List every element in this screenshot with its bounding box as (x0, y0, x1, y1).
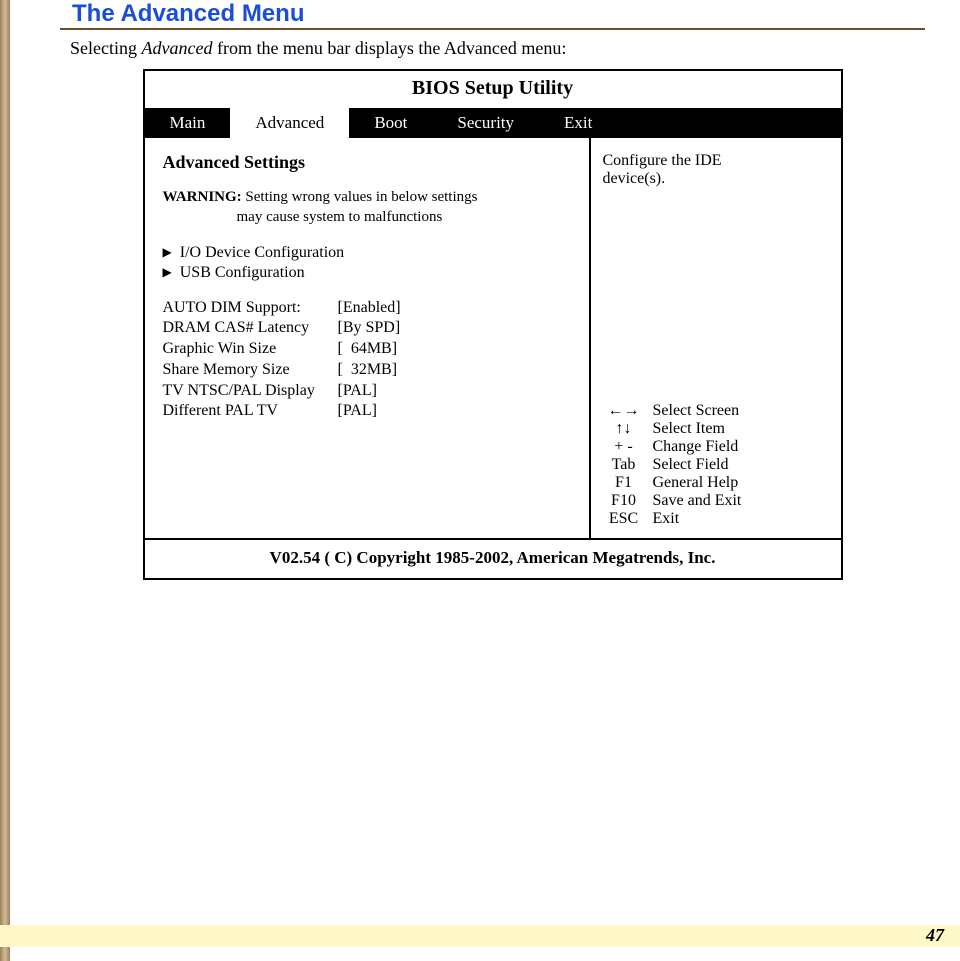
triangle-icon: ▶ (163, 265, 172, 280)
tab-main[interactable]: Main (145, 108, 231, 138)
submenu-label: USB Configuration (180, 264, 305, 282)
bios-right-pane: Configure the IDE device(s). ←→ Select S… (591, 138, 841, 538)
page-number-footer: 47 (0, 925, 960, 947)
option-value: [By SPD] (338, 318, 401, 339)
bios-title: BIOS Setup Utility (145, 71, 841, 108)
key-f1: F1 (603, 474, 645, 492)
key-label: Select Screen (653, 402, 831, 420)
key-f10: F10 (603, 492, 645, 510)
key-label: Exit (653, 510, 831, 528)
advanced-settings-title: Advanced Settings (163, 152, 573, 173)
submenu-io-device[interactable]: ▶ I/O Device Configuration (163, 244, 573, 262)
option-value: [ 64MB] (338, 339, 398, 360)
intro-post: from the menu bar displays the Advanced … (212, 38, 566, 58)
key-label: General Help (653, 474, 831, 492)
page-content: The Advanced Menu Selecting Advanced fro… (0, 0, 960, 580)
bios-left-pane: Advanced Settings WARNING: Setting wrong… (145, 138, 591, 538)
option-dram-cas[interactable]: DRAM CAS# Latency [By SPD] (163, 318, 573, 339)
option-label: Graphic Win Size (163, 339, 338, 360)
submenu-list: ▶ I/O Device Configuration ▶ USB Configu… (163, 244, 573, 282)
option-value: [ 32MB] (338, 360, 398, 381)
key-label: Select Item (653, 420, 831, 438)
intro-italic: Advanced (141, 38, 212, 58)
key-label: Change Field (653, 438, 831, 456)
option-list: AUTO DIM Support: [Enabled] DRAM CAS# La… (163, 298, 573, 423)
triangle-icon: ▶ (163, 245, 172, 260)
tab-advanced[interactable]: Advanced (230, 108, 349, 138)
option-label: DRAM CAS# Latency (163, 318, 338, 339)
tab-security[interactable]: Security (432, 108, 539, 138)
warning-block: WARNING: Setting wrong values in below s… (163, 187, 573, 228)
option-auto-dim[interactable]: AUTO DIM Support: [Enabled] (163, 298, 573, 319)
arrow-up-down-icon: ↑↓ (603, 420, 645, 438)
bios-body: Advanced Settings WARNING: Setting wrong… (145, 138, 841, 538)
submenu-label: I/O Device Configuration (180, 244, 344, 262)
plus-minus-icon: + - (603, 438, 645, 456)
warning-label: WARNING: (163, 189, 242, 205)
key-label: Select Field (653, 456, 831, 474)
tab-boot[interactable]: Boot (349, 108, 432, 138)
tab-exit[interactable]: Exit (539, 108, 617, 138)
option-different-pal[interactable]: Different PAL TV [PAL] (163, 401, 573, 422)
option-value: [PAL] (338, 401, 377, 422)
key-tab: Tab (603, 456, 645, 474)
option-value: [PAL] (338, 381, 377, 402)
bios-tabbar: Main Advanced Boot Security Exit (145, 108, 841, 138)
arrow-left-right-icon: ←→ (603, 402, 645, 420)
context-help: Configure the IDE device(s). (603, 152, 831, 188)
help-line2: device(s). (603, 170, 831, 188)
key-help-table: ←→ Select Screen ↑↓ Select Item + - Chan… (603, 402, 831, 528)
option-value: [Enabled] (338, 298, 401, 319)
page-number: 47 (926, 925, 944, 945)
warning-line1: Setting wrong values in below settings (245, 189, 477, 205)
heading-rule: The Advanced Menu (60, 0, 925, 30)
option-label: Different PAL TV (163, 401, 338, 422)
bios-copyright-footer: V02.54 ( C) Copyright 1985-2002, America… (145, 538, 841, 578)
option-tv-ntsc-pal[interactable]: TV NTSC/PAL Display [PAL] (163, 381, 573, 402)
page-heading: The Advanced Menu (60, 0, 925, 28)
option-graphic-win[interactable]: Graphic Win Size [ 64MB] (163, 339, 573, 360)
submenu-usb[interactable]: ▶ USB Configuration (163, 264, 573, 282)
warning-line2: may cause system to malfunctions (163, 207, 563, 227)
key-label: Save and Exit (653, 492, 831, 510)
intro-paragraph: Selecting Advanced from the menu bar dis… (70, 38, 925, 59)
option-label: Share Memory Size (163, 360, 338, 381)
help-line1: Configure the IDE (603, 152, 831, 170)
intro-pre: Selecting (70, 38, 141, 58)
option-label: TV NTSC/PAL Display (163, 381, 338, 402)
side-ribbon (0, 0, 10, 961)
option-share-memory[interactable]: Share Memory Size [ 32MB] (163, 360, 573, 381)
option-label: AUTO DIM Support: (163, 298, 338, 319)
bios-screenshot: BIOS Setup Utility Main Advanced Boot Se… (143, 69, 843, 580)
key-esc: ESC (603, 510, 645, 528)
